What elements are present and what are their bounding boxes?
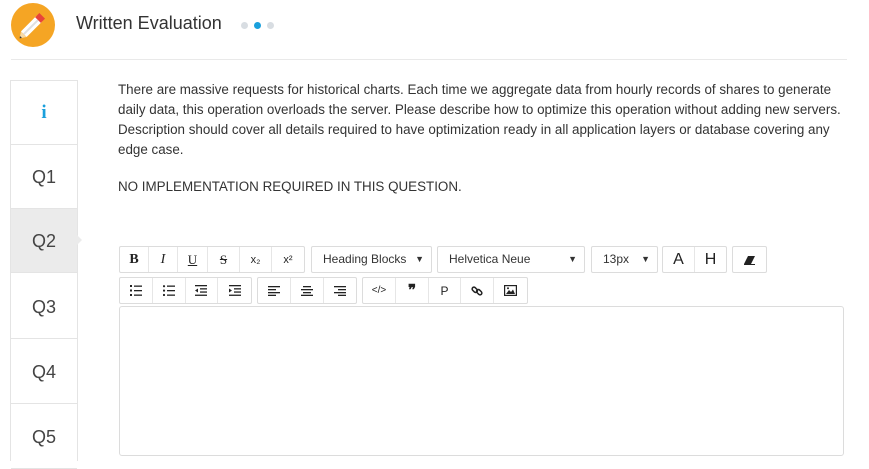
question-note: NO IMPLEMENTATION REQUIRED IN THIS QUEST… — [118, 179, 462, 194]
indent-button[interactable] — [218, 278, 251, 303]
align-right-icon — [334, 285, 346, 296]
align-left-button[interactable] — [258, 278, 291, 303]
sidebar-item-label: Q1 — [31, 167, 56, 187]
alignment-group — [257, 277, 357, 304]
sidebar-item-label: Q2 — [31, 231, 56, 251]
outdent-icon — [195, 285, 208, 296]
sidebar-item-label: Q4 — [31, 362, 56, 382]
unordered-list-button[interactable] — [153, 278, 186, 303]
ordered-list-button[interactable] — [120, 278, 153, 303]
image-icon — [504, 285, 517, 296]
chevron-down-icon: ▼ — [568, 254, 577, 264]
align-center-button[interactable] — [291, 278, 324, 303]
step-dot-3[interactable] — [267, 22, 274, 29]
sidebar-item-label: Q5 — [31, 427, 56, 447]
indent-icon — [228, 285, 241, 296]
step-indicator — [241, 22, 280, 30]
bold-button[interactable]: B — [120, 247, 149, 272]
header: Written Evaluation — [0, 0, 869, 60]
answer-editor[interactable] — [119, 306, 844, 456]
sidebar-item-info[interactable]: i — [11, 81, 77, 145]
chevron-down-icon: ▼ — [415, 254, 424, 264]
sidebar-item-q1[interactable]: Q1 — [11, 145, 77, 209]
font-family-value: Helvetica Neue — [449, 252, 531, 266]
code-icon: </> — [371, 285, 387, 296]
step-dot-1[interactable] — [241, 22, 248, 29]
info-icon: i — [41, 102, 47, 123]
active-item-pointer — [75, 233, 82, 247]
font-family-select[interactable]: Helvetica Neue ▼ — [437, 246, 585, 273]
eraser-button[interactable] — [733, 247, 766, 272]
sidebar-item-q4[interactable]: Q4 — [11, 340, 77, 404]
quote-icon: ❞ — [407, 283, 417, 299]
header-divider — [11, 59, 847, 60]
pencil-logo-icon — [11, 3, 55, 47]
blockquote-button[interactable]: ❞ — [396, 278, 429, 303]
sidebar-item-label: Q3 — [31, 297, 56, 317]
outdent-button[interactable] — [186, 278, 219, 303]
italic-button[interactable]: I — [149, 247, 178, 272]
font-size-select[interactable]: 13px ▼ — [591, 246, 658, 273]
step-dot-2[interactable] — [254, 22, 261, 29]
question-sidebar: i Q1 Q2 Q3 Q4 Q5 — [10, 80, 78, 469]
list-indent-group — [119, 277, 252, 304]
highlight-button[interactable]: H — [695, 247, 726, 272]
align-right-button[interactable] — [324, 278, 356, 303]
code-button[interactable]: </> — [363, 278, 396, 303]
clear-format-group — [732, 246, 767, 273]
heading-blocks-value: Heading Blocks — [323, 252, 407, 266]
strikethrough-button[interactable]: S — [208, 247, 240, 272]
heading-blocks-select[interactable]: Heading Blocks ▼ — [311, 246, 432, 273]
page-title: Written Evaluation — [76, 13, 222, 33]
sidebar-item-q2[interactable]: Q2 — [11, 209, 77, 273]
superscript-button[interactable]: x² — [272, 247, 304, 272]
align-left-icon — [268, 285, 280, 296]
sidebar-item-q5[interactable]: Q5 — [11, 405, 77, 469]
sidebar-item-q3[interactable]: Q3 — [11, 275, 77, 339]
text-format-group: B I U S x₂ x² — [119, 246, 305, 273]
link-button[interactable] — [461, 278, 494, 303]
image-button[interactable] — [494, 278, 527, 303]
paragraph-button[interactable]: P — [429, 278, 461, 303]
align-center-icon — [301, 285, 313, 296]
chevron-down-icon: ▼ — [641, 254, 650, 264]
font-size-value: 13px — [603, 252, 630, 266]
insert-group: </> ❞ P — [362, 277, 528, 304]
unordered-list-icon — [162, 285, 175, 296]
link-icon — [471, 285, 483, 296]
color-group: A H — [662, 246, 727, 273]
subscript-button[interactable]: x₂ — [240, 247, 272, 272]
eraser-icon — [744, 255, 755, 265]
underline-button[interactable]: U — [178, 247, 208, 272]
ordered-list-icon — [129, 285, 142, 296]
question-text: There are massive requests for historica… — [118, 82, 841, 157]
font-color-button[interactable]: A — [663, 247, 695, 272]
